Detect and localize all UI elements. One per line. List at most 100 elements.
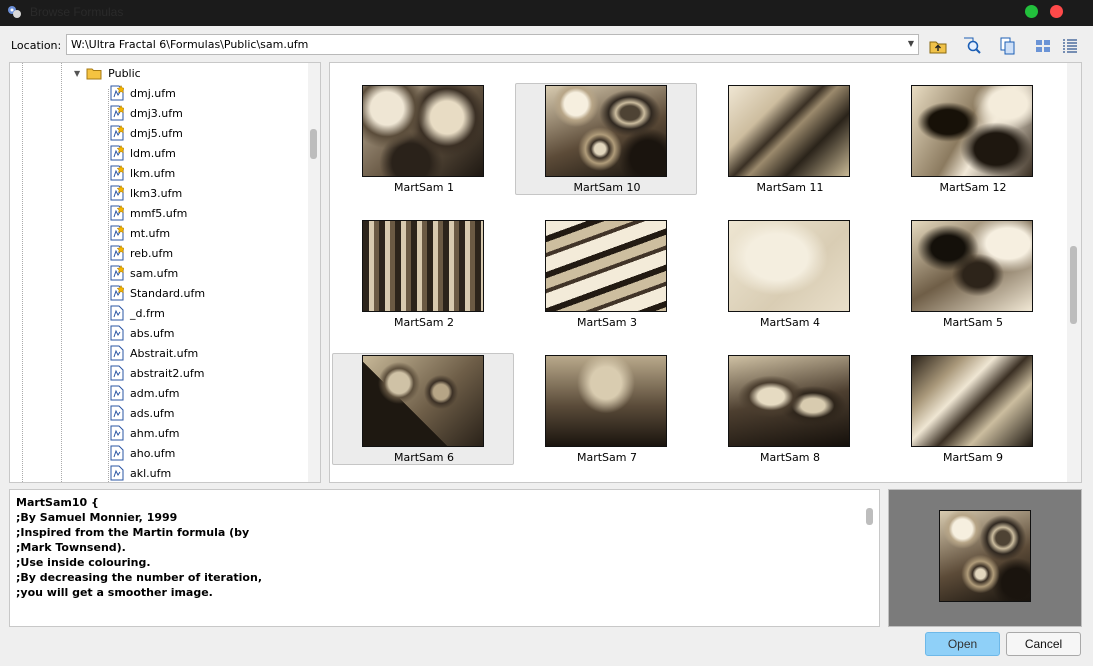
find-icon[interactable]: [961, 35, 983, 57]
thumbnail-image[interactable]: [728, 355, 850, 447]
thumbnail-tile[interactable]: MartSam 10: [515, 83, 697, 195]
description-line: ;you will get a smoother image.: [16, 586, 213, 599]
location-combobox[interactable]: W:\Ultra Fractal 6\Formulas\Public\sam.u…: [66, 34, 919, 55]
thumbnail-tile[interactable]: MartSam 4: [698, 218, 880, 330]
thumbnail-image[interactable]: [545, 220, 667, 312]
formula-file-starred-icon: [110, 225, 124, 241]
tree-file-item[interactable]: mt.ufm: [110, 224, 170, 242]
thumbnail-tile[interactable]: MartSam 2: [332, 218, 514, 330]
thumbnail-caption: MartSam 10: [573, 181, 641, 194]
thumbnail-grid[interactable]: MartSam 1 MartSam 10 MartSam 11 MartSam 12 M…: [329, 62, 1082, 483]
formula-description: MartSam10 {;By Samuel Monnier, 1999 ;Insp…: [9, 489, 880, 627]
thumbnail-image[interactable]: [545, 355, 667, 447]
tree-file-label: dmj.ufm: [130, 86, 176, 100]
up-folder-icon[interactable]: [927, 35, 949, 57]
tree-file-item[interactable]: Standard.ufm: [110, 284, 205, 302]
thumbnail-image[interactable]: [728, 220, 850, 312]
formula-file-starred-icon: [110, 185, 124, 201]
tree-scrollbar-thumb[interactable]: [310, 129, 317, 159]
tree-file-item[interactable]: dmj.ufm: [110, 84, 176, 102]
thumbnail-tile[interactable]: MartSam 12: [881, 83, 1063, 195]
large-icons-view-icon[interactable]: [1032, 35, 1054, 57]
thumbnail-image[interactable]: [362, 85, 484, 177]
dropdown-arrow-icon[interactable]: ▼: [908, 39, 914, 48]
tree-file-item[interactable]: ads.ufm: [110, 404, 175, 422]
tree-file-label: Standard.ufm: [130, 286, 206, 300]
folder-tree[interactable]: ▼ Public dmj.ufm dmj3.ufm dmj5.ufm ldm.ufm l…: [9, 62, 321, 483]
thumbnail-image[interactable]: [362, 220, 484, 312]
tree-file-item[interactable]: sam.ufm: [110, 264, 178, 282]
formula-file-icon: [110, 345, 124, 361]
formula-file-starred-icon: [110, 285, 124, 301]
thumbnail-image[interactable]: [545, 85, 667, 177]
thumbnail-image[interactable]: [911, 220, 1033, 312]
thumbnail-tile[interactable]: MartSam 9: [881, 353, 1063, 465]
tree-file-item[interactable]: dmj3.ufm: [110, 104, 183, 122]
tree-guide-line: [61, 63, 62, 482]
thumbnail-tile[interactable]: MartSam 5: [881, 218, 1063, 330]
tree-file-item[interactable]: _d.frm: [110, 304, 165, 322]
thumbnail-image[interactable]: [911, 355, 1033, 447]
maximize-button[interactable]: [1025, 5, 1038, 18]
tree-file-item[interactable]: abstrait2.ufm: [110, 364, 204, 382]
tree-file-label: akl.ufm: [130, 466, 172, 480]
description-scrollbar-thumb[interactable]: [866, 508, 873, 525]
preview-pane: [888, 489, 1082, 627]
formula-file-icon: [110, 465, 124, 481]
tree-file-item[interactable]: abs.ufm: [110, 324, 175, 342]
copy-icon[interactable]: [997, 35, 1019, 57]
tree-file-item[interactable]: dmj5.ufm: [110, 124, 183, 142]
tree-file-label: reb.ufm: [130, 246, 174, 260]
open-button[interactable]: Open: [925, 632, 1000, 656]
thumbnail-tile[interactable]: MartSam 7: [515, 353, 697, 465]
tree-file-item[interactable]: adm.ufm: [110, 384, 180, 402]
thumbnail-image[interactable]: [362, 355, 484, 447]
tree-guide-line: [108, 89, 109, 482]
tree-file-item[interactable]: Abstrait.ufm: [110, 344, 198, 362]
tree-file-label: Abstrait.ufm: [130, 346, 199, 360]
formula-file-icon: [110, 305, 124, 321]
cancel-button[interactable]: Cancel: [1006, 632, 1081, 656]
description-line: ;Use inside colouring.: [16, 556, 151, 569]
tree-file-item[interactable]: ldm.ufm: [110, 144, 176, 162]
tree-file-item[interactable]: reb.ufm: [110, 244, 173, 262]
thumbnail-image[interactable]: [728, 85, 850, 177]
tree-file-label: mt.ufm: [130, 226, 171, 240]
thumbnail-tile[interactable]: MartSam 1: [332, 83, 514, 195]
details-view-icon[interactable]: [1059, 35, 1081, 57]
formula-file-icon: [110, 365, 124, 381]
tree-file-item[interactable]: mmf5.ufm: [110, 204, 187, 222]
thumbnail-scrollbar-thumb[interactable]: [1070, 246, 1077, 324]
thumbnail-tile[interactable]: MartSam 8: [698, 353, 880, 465]
thumbnail-scrollbar[interactable]: [1067, 63, 1081, 482]
tree-file-label: ads.ufm: [130, 406, 175, 420]
thumbnail-tile[interactable]: MartSam 11: [698, 83, 880, 195]
thumbnail-tile[interactable]: MartSam 6: [332, 353, 514, 465]
formula-file-starred-icon: [110, 205, 124, 221]
location-value[interactable]: W:\Ultra Fractal 6\Formulas\Public\sam.u…: [71, 38, 308, 51]
formula-file-starred-icon: [110, 105, 124, 121]
location-label: Location:: [11, 39, 62, 52]
description-line: ;Mark Townsend).: [16, 541, 126, 554]
expand-arrow-icon[interactable]: ▼: [74, 69, 80, 78]
tree-file-label: sam.ufm: [130, 266, 179, 280]
close-button[interactable]: [1050, 5, 1063, 18]
tree-file-label: lkm3.ufm: [130, 186, 183, 200]
tree-guide-line: [22, 63, 23, 482]
thumbnail-caption: MartSam 12: [939, 181, 1007, 194]
tree-scrollbar[interactable]: [308, 63, 320, 482]
tree-folder-public[interactable]: ▼ Public: [74, 64, 141, 82]
description-scrollbar[interactable]: [863, 491, 877, 609]
thumbnail-caption: MartSam 2: [393, 316, 454, 329]
tree-file-item[interactable]: lkm3.ufm: [110, 184, 182, 202]
thumbnail-tile[interactable]: MartSam 3: [515, 218, 697, 330]
tree-file-item[interactable]: akl.ufm: [110, 464, 171, 482]
description-text: MartSam10 {;By Samuel Monnier, 1999 ;Insp…: [16, 495, 262, 600]
tree-file-label: abs.ufm: [130, 326, 175, 340]
app-icon: [8, 6, 21, 18]
tree-file-item[interactable]: ahm.ufm: [110, 424, 179, 442]
title-bar: Browse Formulas: [0, 0, 1093, 26]
tree-file-item[interactable]: lkm.ufm: [110, 164, 175, 182]
tree-file-item[interactable]: aho.ufm: [110, 444, 175, 462]
thumbnail-image[interactable]: [911, 85, 1033, 177]
